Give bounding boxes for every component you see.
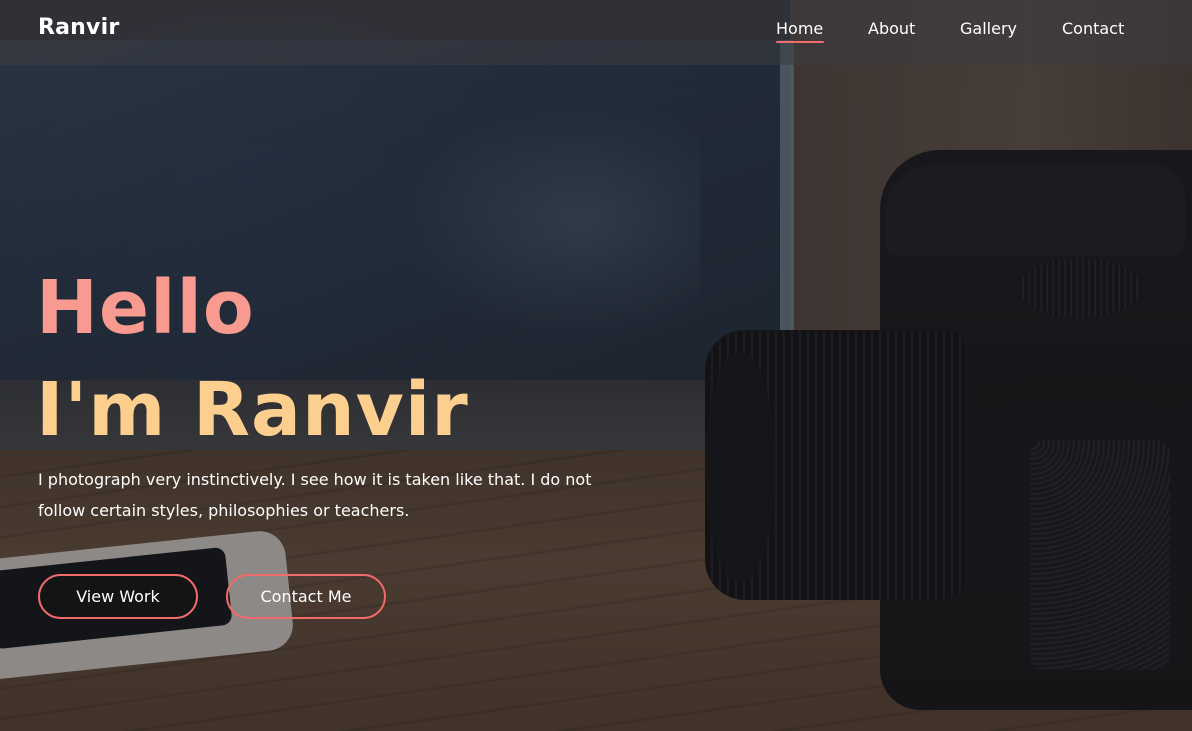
site-logo[interactable]: Ranvir bbox=[38, 15, 119, 40]
nav-link-home[interactable]: Home bbox=[776, 19, 823, 38]
nav-link-contact[interactable]: Contact bbox=[1062, 19, 1124, 38]
contact-me-button[interactable]: Contact Me bbox=[226, 574, 386, 619]
contact-me-button-label: Contact Me bbox=[260, 587, 352, 606]
view-work-button[interactable]: View Work bbox=[38, 574, 198, 619]
hero-section: Ranvir Home About Gallery Contact Hello … bbox=[0, 0, 1192, 731]
nav-active-underline bbox=[776, 41, 824, 43]
hero-description: I photograph very instinctively. I see h… bbox=[38, 470, 592, 520]
nav-link-about[interactable]: About bbox=[868, 19, 915, 38]
navbar: Ranvir Home About Gallery Contact bbox=[0, 0, 1192, 65]
hero-name-heading: I'm Ranvir bbox=[36, 367, 469, 453]
view-work-button-label: View Work bbox=[76, 587, 160, 606]
nav-link-gallery[interactable]: Gallery bbox=[960, 19, 1017, 38]
hero-greeting: Hello bbox=[36, 265, 255, 351]
